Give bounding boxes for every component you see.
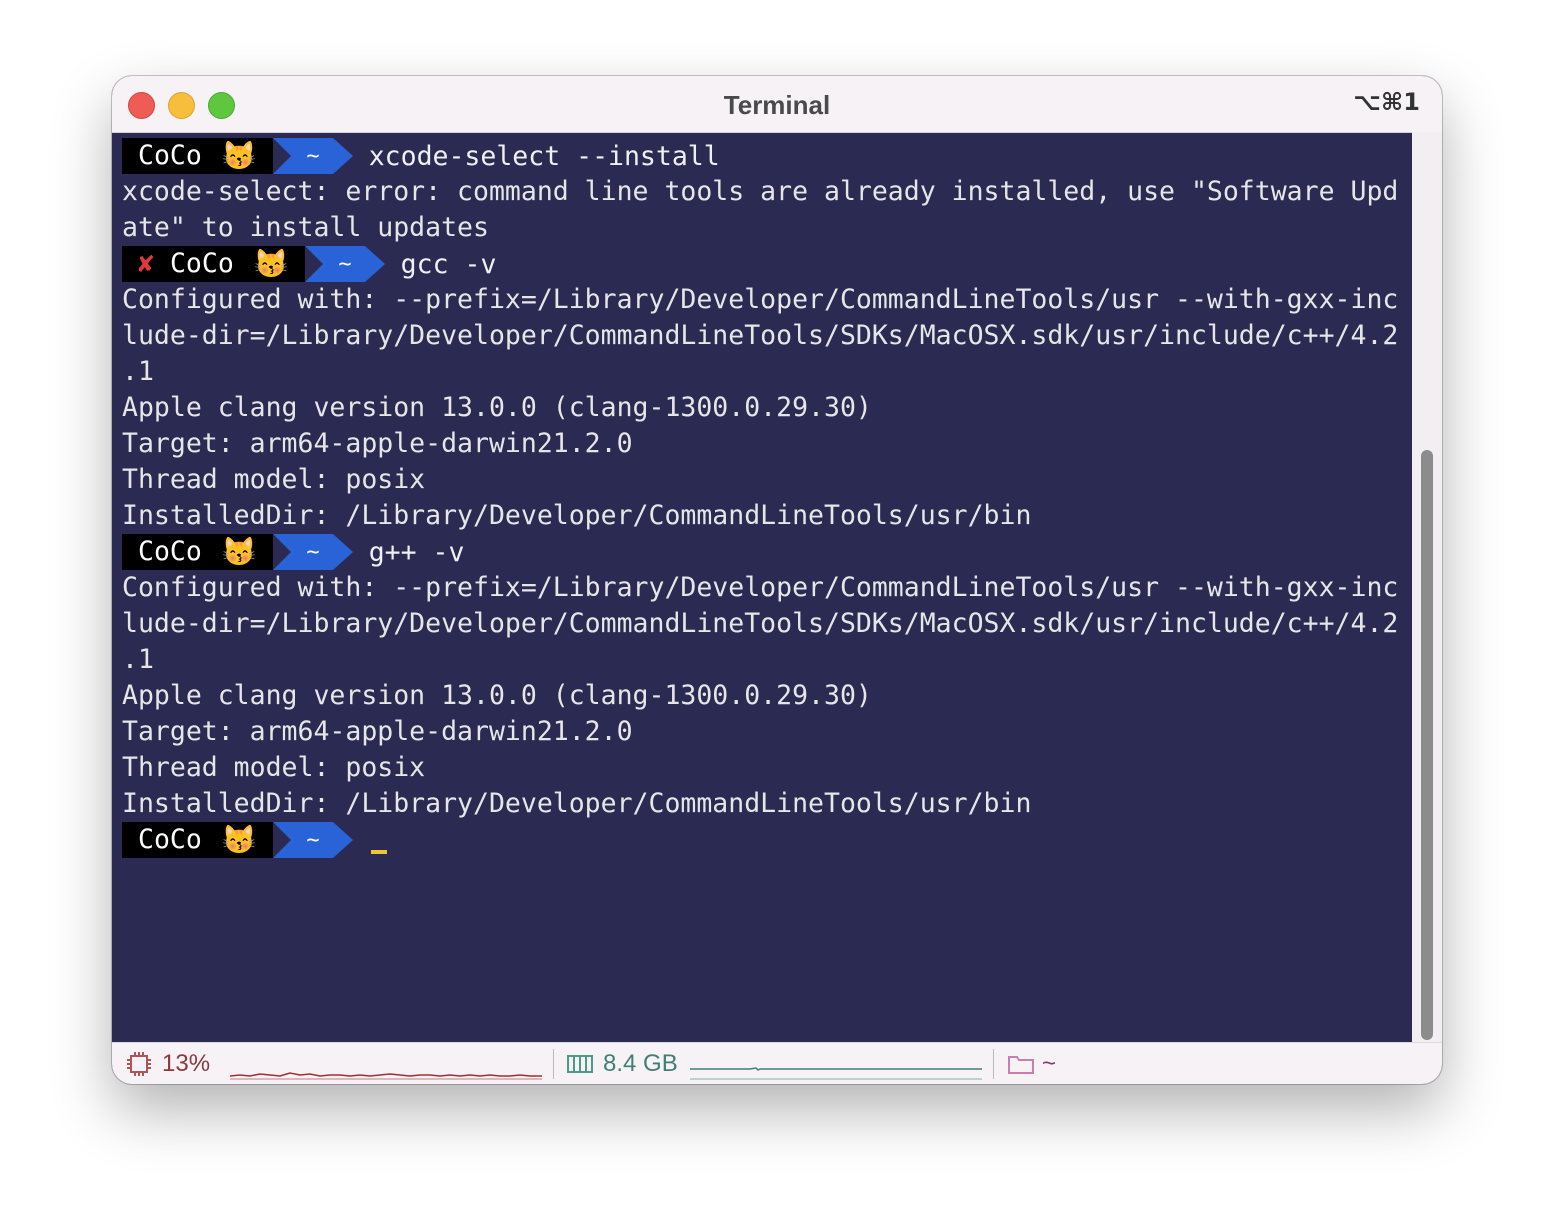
output-line: Apple clang version 13.0.0 (clang-1300.0…	[122, 392, 872, 423]
prompt-command: gcc -v	[400, 248, 497, 280]
cpu-status[interactable]: 13%	[126, 1043, 210, 1084]
directory-value: ~	[1042, 1050, 1057, 1077]
output-line: InstalledDir: /Library/Developer/Command…	[122, 788, 1032, 819]
prompt-user: CoCo	[138, 824, 202, 855]
terminal-window: Terminal ⌥⌘1 CoCo 😽 ~ xcode-select --ins…	[112, 76, 1442, 1084]
prompt-line: CoCo 😽 ~ xcode-select --install	[122, 138, 1412, 174]
scrollbar-thumb[interactable]	[1421, 450, 1433, 1040]
status-separator	[993, 1049, 994, 1079]
cpu-icon	[127, 1052, 151, 1076]
output-line: Configured with: --prefix=/Library/Devel…	[122, 284, 1399, 315]
output-line: lude-dir=/Library/Developer/CommandLineT…	[122, 320, 1399, 351]
prompt-dir: ~	[306, 828, 319, 853]
text-cursor	[370, 850, 387, 854]
memory-value: 8.4 GB	[603, 1050, 678, 1077]
cpu-graph	[230, 1072, 542, 1080]
prompt-line-current: CoCo 😽 ~	[122, 822, 1412, 858]
prompt-user: CoCo	[138, 536, 202, 567]
output-line: Configured with: --prefix=/Library/Devel…	[122, 572, 1399, 603]
prompt-line: CoCo 😽 ~ g++ -v	[122, 534, 1412, 570]
terminal-content[interactable]: CoCo 😽 ~ xcode-select --install xcode-se…	[122, 138, 1412, 1042]
prompt-line: ✘ CoCo 😽 ~ gcc -v	[122, 246, 1412, 282]
powerline-arrow-icon: ~	[272, 138, 353, 174]
prompt-command: xcode-select --install	[368, 140, 720, 172]
output-line: Target: arm64-apple-darwin21.2.0	[122, 716, 633, 747]
prompt-command: g++ -v	[368, 536, 465, 568]
prompt-dir-segment: ~	[304, 246, 385, 282]
window-shortcut: ⌥⌘1	[1353, 88, 1420, 116]
cat-emoji-icon: 😽	[253, 247, 289, 280]
prompt-user-segment: ✘ CoCo 😽	[122, 246, 305, 282]
prompt-user: CoCo	[138, 140, 202, 171]
cpu-value: 13%	[162, 1050, 211, 1077]
memory-icon	[567, 1055, 593, 1073]
powerline-arrow-icon: ~	[272, 822, 353, 858]
folder-icon	[1008, 1056, 1034, 1074]
output-line: lude-dir=/Library/Developer/CommandLineT…	[122, 608, 1399, 639]
prompt-dir: ~	[306, 144, 319, 169]
directory-status[interactable]: ~	[1008, 1043, 1056, 1084]
memory-status[interactable]: 8.4 GB	[567, 1043, 678, 1084]
window-title: Terminal	[723, 90, 831, 120]
powerline-arrow-icon: ~	[304, 246, 385, 282]
output-line: .1	[122, 644, 154, 675]
prompt-user-segment: CoCo 😽	[122, 822, 273, 858]
prompt-dir-segment: ~	[272, 534, 353, 570]
output-line: xcode-select: error: command line tools …	[122, 176, 1399, 207]
output-line: InstalledDir: /Library/Developer/Command…	[122, 500, 1032, 531]
cat-emoji-icon: 😽	[221, 535, 257, 568]
powerline-arrow-icon: ~	[272, 534, 353, 570]
output-line: Apple clang version 13.0.0 (clang-1300.0…	[122, 680, 872, 711]
cat-emoji-icon: 😽	[221, 823, 257, 856]
output-line: Target: arm64-apple-darwin21.2.0	[122, 428, 633, 459]
error-x-icon: ✘	[138, 248, 154, 279]
status-separator	[553, 1049, 554, 1079]
prompt-user-segment: CoCo 😽	[122, 534, 273, 570]
prompt-dir: ~	[306, 540, 319, 565]
title-bar: Terminal ⌥⌘1	[112, 76, 1442, 133]
output-line: Thread model: posix	[122, 752, 426, 783]
output-line: .1	[122, 356, 154, 387]
memory-graph	[690, 1067, 982, 1080]
output-line: ate" to install updates	[122, 212, 489, 243]
prompt-dir-segment: ~	[272, 138, 353, 174]
prompt-user: CoCo	[169, 248, 234, 279]
status-bar: 13% 8.4 GB ~	[112, 1042, 1442, 1084]
scrollbar-track[interactable]	[1412, 132, 1442, 1042]
output-line: Thread model: posix	[122, 464, 426, 495]
cat-emoji-icon: 😽	[221, 139, 257, 172]
prompt-dir: ~	[338, 252, 351, 277]
prompt-user-segment: CoCo 😽	[122, 138, 273, 174]
prompt-dir-segment: ~	[272, 822, 353, 858]
